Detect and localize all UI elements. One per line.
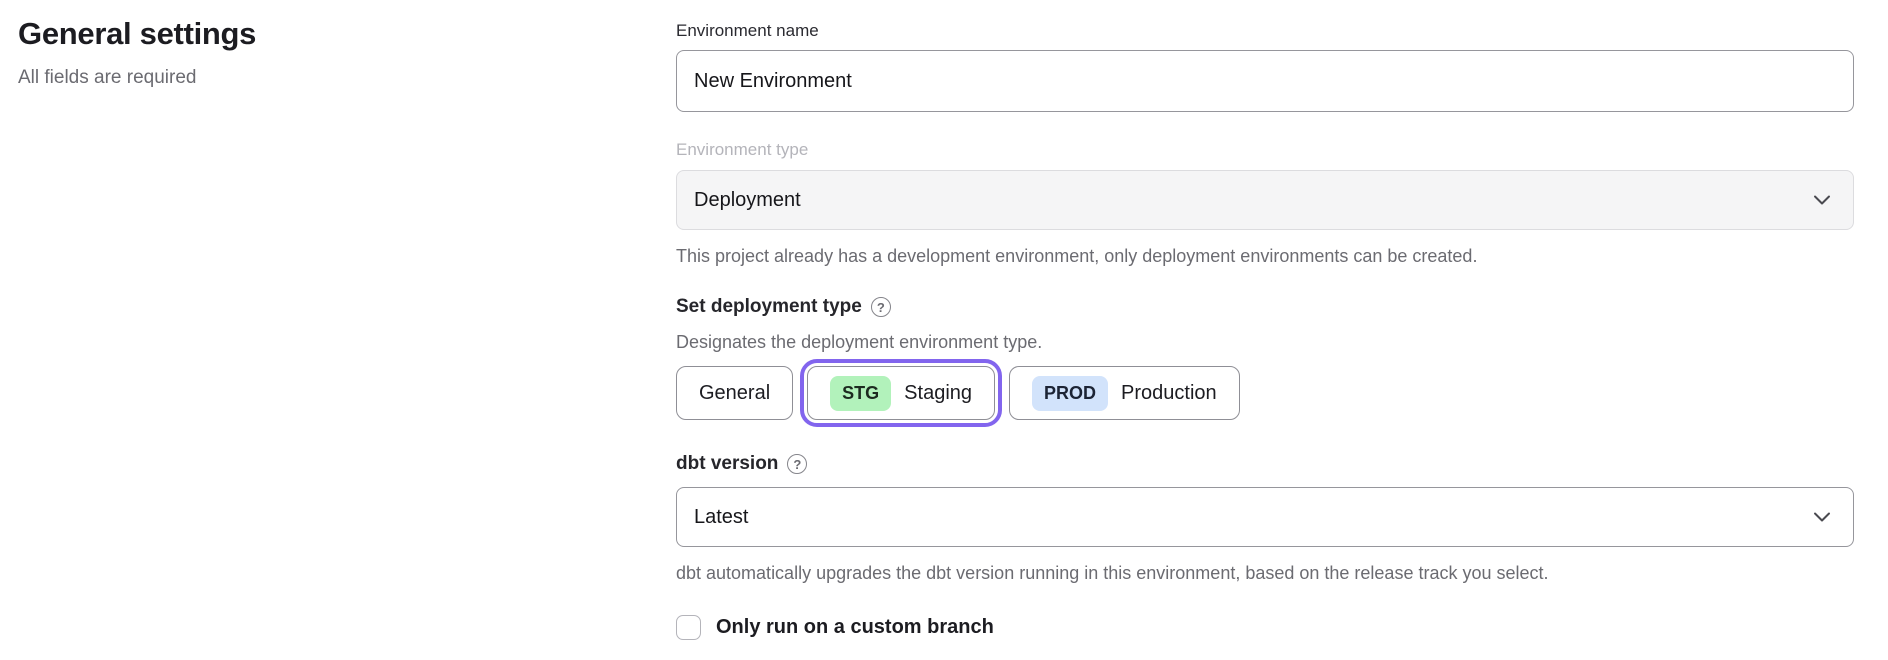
environment-name-input[interactable] [676, 50, 1854, 112]
staging-badge: STG [830, 376, 891, 411]
environment-type-helper: This project already has a development e… [676, 247, 1854, 266]
dbt-version-select[interactable]: Latest [676, 487, 1854, 547]
deployment-type-label: Set deployment type [676, 296, 862, 318]
dbt-version-value: Latest [694, 506, 748, 529]
dbt-version-header: dbt version ? [676, 453, 1854, 475]
chevron-down-icon [1813, 195, 1831, 206]
deployment-type-header: Set deployment type ? [676, 296, 1854, 318]
help-icon[interactable]: ? [787, 454, 807, 474]
deployment-type-production-label: Production [1121, 382, 1217, 405]
deployment-type-production-button[interactable]: PROD Production [1009, 366, 1240, 420]
deployment-type-staging-button[interactable]: STG Staging [807, 366, 995, 420]
deployment-type-general-label: General [699, 382, 770, 405]
chevron-down-icon [1813, 512, 1831, 523]
environment-settings-form: Environment name Environment type Deploy… [676, 20, 1854, 640]
settings-header: General settings All fields are required [18, 16, 578, 89]
environment-type-select: Deployment [676, 170, 1854, 230]
custom-branch-row: Only run on a custom branch [676, 615, 1854, 640]
dbt-version-helper: dbt automatically upgrades the dbt versi… [676, 564, 1854, 583]
deployment-type-description: Designates the deployment environment ty… [676, 332, 1854, 353]
page-title: General settings [18, 16, 578, 52]
environment-name-label: Environment name [676, 20, 1854, 42]
deployment-type-button-group: General STG Staging PROD Production [676, 366, 1854, 420]
deployment-type-general-button[interactable]: General [676, 366, 793, 420]
dbt-version-label: dbt version [676, 453, 778, 475]
production-badge: PROD [1032, 376, 1108, 411]
deployment-type-staging-label: Staging [904, 382, 972, 405]
page-subtitle: All fields are required [18, 67, 578, 89]
environment-type-label: Environment type [676, 139, 1854, 161]
custom-branch-checkbox[interactable] [676, 615, 701, 640]
custom-branch-label: Only run on a custom branch [716, 616, 994, 639]
environment-type-value: Deployment [694, 189, 801, 212]
help-icon[interactable]: ? [871, 297, 891, 317]
